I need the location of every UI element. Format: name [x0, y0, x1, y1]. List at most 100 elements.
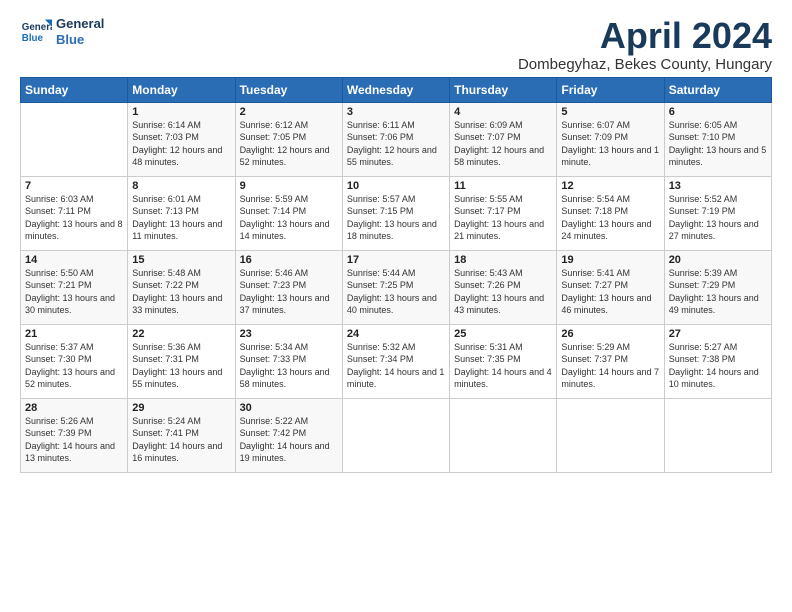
location: Dombegyhaz, Bekes County, Hungary [518, 56, 772, 73]
day-number: 15 [132, 254, 230, 266]
calendar-cell [557, 398, 664, 472]
calendar-cell: 29Sunrise: 5:24 AMSunset: 7:41 PMDayligh… [128, 398, 235, 472]
calendar-cell: 2Sunrise: 6:12 AMSunset: 7:05 PMDaylight… [235, 102, 342, 176]
day-info: Sunrise: 5:29 AMSunset: 7:37 PMDaylight:… [561, 341, 659, 391]
day-number: 23 [240, 328, 338, 340]
calendar-cell: 16Sunrise: 5:46 AMSunset: 7:23 PMDayligh… [235, 250, 342, 324]
day-number: 14 [25, 254, 123, 266]
day-info: Sunrise: 5:34 AMSunset: 7:33 PMDaylight:… [240, 341, 338, 391]
calendar-cell: 9Sunrise: 5:59 AMSunset: 7:14 PMDaylight… [235, 176, 342, 250]
day-number: 10 [347, 180, 445, 192]
day-number: 30 [240, 402, 338, 414]
calendar-week-row: 1Sunrise: 6:14 AMSunset: 7:03 PMDaylight… [21, 102, 772, 176]
day-info: Sunrise: 5:37 AMSunset: 7:30 PMDaylight:… [25, 341, 123, 391]
weekday-header: Friday [557, 77, 664, 102]
day-info: Sunrise: 5:41 AMSunset: 7:27 PMDaylight:… [561, 267, 659, 317]
calendar-week-row: 21Sunrise: 5:37 AMSunset: 7:30 PMDayligh… [21, 324, 772, 398]
calendar-cell: 11Sunrise: 5:55 AMSunset: 7:17 PMDayligh… [450, 176, 557, 250]
logo: General Blue General Blue [20, 16, 104, 48]
weekday-header: Thursday [450, 77, 557, 102]
calendar-cell: 18Sunrise: 5:43 AMSunset: 7:26 PMDayligh… [450, 250, 557, 324]
day-number: 26 [561, 328, 659, 340]
page: General Blue General Blue April 2024 Dom… [0, 0, 792, 489]
day-number: 21 [25, 328, 123, 340]
day-number: 25 [454, 328, 552, 340]
calendar-cell: 4Sunrise: 6:09 AMSunset: 7:07 PMDaylight… [450, 102, 557, 176]
day-number: 12 [561, 180, 659, 192]
logo-icon: General Blue [20, 16, 52, 48]
calendar-week-row: 28Sunrise: 5:26 AMSunset: 7:39 PMDayligh… [21, 398, 772, 472]
day-info: Sunrise: 5:50 AMSunset: 7:21 PMDaylight:… [25, 267, 123, 317]
day-number: 28 [25, 402, 123, 414]
calendar-table: SundayMondayTuesdayWednesdayThursdayFrid… [20, 77, 772, 473]
day-info: Sunrise: 5:46 AMSunset: 7:23 PMDaylight:… [240, 267, 338, 317]
day-number: 29 [132, 402, 230, 414]
day-info: Sunrise: 5:22 AMSunset: 7:42 PMDaylight:… [240, 415, 338, 465]
day-info: Sunrise: 5:36 AMSunset: 7:31 PMDaylight:… [132, 341, 230, 391]
calendar-cell: 27Sunrise: 5:27 AMSunset: 7:38 PMDayligh… [664, 324, 771, 398]
month-title: April 2024 [518, 16, 772, 56]
day-info: Sunrise: 5:59 AMSunset: 7:14 PMDaylight:… [240, 193, 338, 243]
calendar-cell: 22Sunrise: 5:36 AMSunset: 7:31 PMDayligh… [128, 324, 235, 398]
calendar-cell: 8Sunrise: 6:01 AMSunset: 7:13 PMDaylight… [128, 176, 235, 250]
calendar-cell: 5Sunrise: 6:07 AMSunset: 7:09 PMDaylight… [557, 102, 664, 176]
calendar-cell: 17Sunrise: 5:44 AMSunset: 7:25 PMDayligh… [342, 250, 449, 324]
day-number: 16 [240, 254, 338, 266]
day-info: Sunrise: 6:14 AMSunset: 7:03 PMDaylight:… [132, 119, 230, 169]
header-row: SundayMondayTuesdayWednesdayThursdayFrid… [21, 77, 772, 102]
calendar-cell: 21Sunrise: 5:37 AMSunset: 7:30 PMDayligh… [21, 324, 128, 398]
calendar-cell: 20Sunrise: 5:39 AMSunset: 7:29 PMDayligh… [664, 250, 771, 324]
weekday-header: Monday [128, 77, 235, 102]
day-info: Sunrise: 5:26 AMSunset: 7:39 PMDaylight:… [25, 415, 123, 465]
calendar-cell: 19Sunrise: 5:41 AMSunset: 7:27 PMDayligh… [557, 250, 664, 324]
calendar-cell: 1Sunrise: 6:14 AMSunset: 7:03 PMDaylight… [128, 102, 235, 176]
calendar-cell: 24Sunrise: 5:32 AMSunset: 7:34 PMDayligh… [342, 324, 449, 398]
day-info: Sunrise: 5:52 AMSunset: 7:19 PMDaylight:… [669, 193, 767, 243]
day-info: Sunrise: 6:03 AMSunset: 7:11 PMDaylight:… [25, 193, 123, 243]
day-info: Sunrise: 6:09 AMSunset: 7:07 PMDaylight:… [454, 119, 552, 169]
day-number: 27 [669, 328, 767, 340]
calendar-cell: 15Sunrise: 5:48 AMSunset: 7:22 PMDayligh… [128, 250, 235, 324]
day-info: Sunrise: 6:07 AMSunset: 7:09 PMDaylight:… [561, 119, 659, 169]
day-number: 24 [347, 328, 445, 340]
calendar-cell: 7Sunrise: 6:03 AMSunset: 7:11 PMDaylight… [21, 176, 128, 250]
calendar-cell [342, 398, 449, 472]
svg-text:General: General [22, 22, 52, 33]
day-number: 1 [132, 106, 230, 118]
day-info: Sunrise: 6:05 AMSunset: 7:10 PMDaylight:… [669, 119, 767, 169]
calendar-cell: 25Sunrise: 5:31 AMSunset: 7:35 PMDayligh… [450, 324, 557, 398]
day-number: 18 [454, 254, 552, 266]
day-number: 20 [669, 254, 767, 266]
day-info: Sunrise: 6:01 AMSunset: 7:13 PMDaylight:… [132, 193, 230, 243]
calendar-cell [664, 398, 771, 472]
calendar-cell: 12Sunrise: 5:54 AMSunset: 7:18 PMDayligh… [557, 176, 664, 250]
day-info: Sunrise: 5:43 AMSunset: 7:26 PMDaylight:… [454, 267, 552, 317]
header: General Blue General Blue April 2024 Dom… [20, 16, 772, 73]
weekday-header: Saturday [664, 77, 771, 102]
day-number: 13 [669, 180, 767, 192]
calendar-cell: 28Sunrise: 5:26 AMSunset: 7:39 PMDayligh… [21, 398, 128, 472]
calendar-week-row: 14Sunrise: 5:50 AMSunset: 7:21 PMDayligh… [21, 250, 772, 324]
weekday-header: Wednesday [342, 77, 449, 102]
calendar-cell: 14Sunrise: 5:50 AMSunset: 7:21 PMDayligh… [21, 250, 128, 324]
calendar-cell: 3Sunrise: 6:11 AMSunset: 7:06 PMDaylight… [342, 102, 449, 176]
weekday-header: Sunday [21, 77, 128, 102]
day-number: 17 [347, 254, 445, 266]
calendar-cell [450, 398, 557, 472]
day-info: Sunrise: 5:44 AMSunset: 7:25 PMDaylight:… [347, 267, 445, 317]
day-info: Sunrise: 5:55 AMSunset: 7:17 PMDaylight:… [454, 193, 552, 243]
day-number: 11 [454, 180, 552, 192]
day-info: Sunrise: 5:24 AMSunset: 7:41 PMDaylight:… [132, 415, 230, 465]
day-info: Sunrise: 5:39 AMSunset: 7:29 PMDaylight:… [669, 267, 767, 317]
day-number: 2 [240, 106, 338, 118]
title-block: April 2024 Dombegyhaz, Bekes County, Hun… [518, 16, 772, 73]
day-number: 19 [561, 254, 659, 266]
logo-general: General [56, 16, 104, 32]
calendar-cell: 30Sunrise: 5:22 AMSunset: 7:42 PMDayligh… [235, 398, 342, 472]
calendar-cell: 23Sunrise: 5:34 AMSunset: 7:33 PMDayligh… [235, 324, 342, 398]
day-info: Sunrise: 5:57 AMSunset: 7:15 PMDaylight:… [347, 193, 445, 243]
day-info: Sunrise: 6:12 AMSunset: 7:05 PMDaylight:… [240, 119, 338, 169]
calendar-cell: 26Sunrise: 5:29 AMSunset: 7:37 PMDayligh… [557, 324, 664, 398]
day-info: Sunrise: 5:48 AMSunset: 7:22 PMDaylight:… [132, 267, 230, 317]
calendar-cell: 10Sunrise: 5:57 AMSunset: 7:15 PMDayligh… [342, 176, 449, 250]
